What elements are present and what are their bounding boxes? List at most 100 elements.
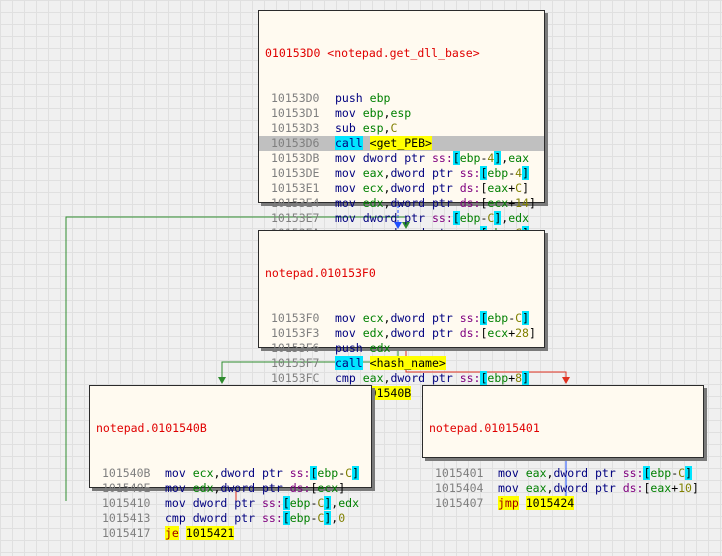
instruction-text: mov edx,dword ptr ds:[ecx] <box>165 481 345 496</box>
register: eax <box>362 371 384 385</box>
immediate: C <box>390 121 398 135</box>
register: ebp <box>487 371 509 385</box>
instruction-address: 10153D3 <box>271 121 320 135</box>
register: eax <box>650 481 672 495</box>
instruction-row[interactable]: 1015404 mov eax,dword ptr ds:[eax+10] <box>423 481 703 496</box>
instruction-row[interactable]: 10153F0 mov ecx,dword ptr ss:[ebp-C] <box>259 311 544 326</box>
instruction-text: cmp dword ptr ss:[ebp-C],0 <box>165 511 345 526</box>
register: ebp <box>317 466 339 480</box>
code-block-0101540B[interactable]: notepad.0101540B 101540B mov ecx,dword pt… <box>89 385 372 540</box>
call-target-label[interactable]: <get_PEB> <box>369 136 432 150</box>
bracket: ] <box>352 466 359 480</box>
instruction-text: mov eax,dword ptr ss:[ebp-C] <box>498 466 692 481</box>
mnemonic: mov <box>335 166 356 180</box>
mnemonic: mov <box>335 196 356 210</box>
instruction-row[interactable]: 1015410 mov dword ptr ss:[ebp-C],edx <box>90 496 371 511</box>
jump-target-label[interactable]: 1015421 <box>185 526 235 540</box>
block-title: 010153D0 <notepad.get_dll_base> <box>265 46 480 60</box>
instruction-address: 101540B <box>102 466 151 480</box>
instruction-row[interactable]: 1015413 cmp dword ptr ss:[ebp-C],0 <box>90 511 371 526</box>
register: ebp <box>459 211 481 225</box>
instruction-row[interactable]: 10153D0 push ebp <box>259 91 544 106</box>
instruction-row[interactable]: 10153D6 call <get_PEB> <box>259 136 544 151</box>
call-mnemonic: call <box>335 136 363 150</box>
bracket: ] <box>522 371 529 385</box>
register: edx <box>338 496 359 510</box>
instruction-text: call <get_PEB> <box>335 136 432 151</box>
segment: ss: <box>459 311 481 325</box>
instruction-row[interactable]: 10153E1 mov ecx,dword ptr ds:[eax+C] <box>259 181 544 196</box>
mnemonic: dword ptr <box>390 326 453 340</box>
mnemonic: dword ptr <box>192 496 256 510</box>
bracket: [ <box>452 211 460 225</box>
instruction-row[interactable]: 10153DB mov dword ptr ss:[ebp-4],eax <box>259 151 544 166</box>
instruction-row[interactable]: 10153E4 mov edx,dword ptr ds:[ecx+14] <box>259 196 544 211</box>
jump-target-label[interactable]: 1015424 <box>525 496 575 510</box>
instruction-address: 10153F7 <box>271 356 320 370</box>
instruction-row[interactable]: 10153E7 mov dword ptr ss:[ebp-C],edx <box>259 211 544 226</box>
register: ebp <box>650 466 672 480</box>
mnemonic: mov <box>335 211 356 225</box>
instruction-row[interactable]: 1015417 je 1015421 <box>90 526 371 541</box>
code-block-get-dll-base[interactable]: 010153D0 <notepad.get_dll_base> 10153D0 p… <box>258 10 545 255</box>
mnemonic: mov <box>335 181 356 195</box>
operator: ] <box>528 196 536 210</box>
instruction-row[interactable]: 10153F3 mov edx,dword ptr ds:[ecx+28] <box>259 326 544 341</box>
jump-mnemonic: jmp <box>498 496 519 510</box>
immediate: 14 <box>515 196 529 210</box>
segment: ss: <box>261 511 283 525</box>
segment: ss: <box>459 166 481 180</box>
instruction-row[interactable]: 10153F7 call <hash_name> <box>259 356 544 371</box>
instruction-text: jmp 1015424 <box>498 496 575 511</box>
call-target-label[interactable]: <hash_name> <box>369 356 446 370</box>
mnemonic: dword ptr <box>390 181 453 195</box>
segment: ss: <box>261 496 283 510</box>
code-block-01015401[interactable]: notepad.01015401 1015401 mov eax,dword pt… <box>422 385 704 510</box>
register: ebp <box>487 166 509 180</box>
register: edx <box>369 341 391 355</box>
segment: ss: <box>459 371 481 385</box>
instruction-row[interactable]: 10153DE mov eax,dword ptr ss:[ebp-4] <box>259 166 544 181</box>
instruction-row[interactable]: 101540E mov edx,dword ptr ds:[ecx] <box>90 481 371 496</box>
instruction-text: push ebp <box>335 91 390 106</box>
block-title: notepad.010153F0 <box>265 266 376 280</box>
segment: ds: <box>289 481 311 495</box>
register: edx <box>362 196 384 210</box>
bracket: ] <box>324 511 332 525</box>
mnemonic: mov <box>165 466 186 480</box>
instruction-address: 101540E <box>102 481 151 495</box>
instruction-text: mov ecx,dword ptr ss:[ebp-C] <box>165 466 359 481</box>
mnemonic: dword ptr <box>390 196 453 210</box>
instruction-row[interactable]: 101540B mov ecx,dword ptr ss:[ebp-C] <box>90 466 371 481</box>
instruction-row[interactable]: 1015401 mov eax,dword ptr ss:[ebp-C] <box>423 466 703 481</box>
instruction-address: 1015401 <box>435 466 484 480</box>
code-block-010153F0[interactable]: notepad.010153F0 10153F0 mov ecx,dword pt… <box>258 230 545 400</box>
instruction-row[interactable]: 1015407 jmp 1015424 <box>423 496 703 511</box>
instruction-text: mov eax,dword ptr ds:[eax+10] <box>498 481 699 496</box>
instruction-text: mov ebp,esp <box>335 106 411 121</box>
operator: ] <box>522 181 529 195</box>
instruction-row[interactable]: 10153D3 sub esp,C <box>259 121 544 136</box>
instruction-row[interactable]: 10153F6 push edx <box>259 341 544 356</box>
register: edx <box>508 211 529 225</box>
mnemonic: dword ptr <box>390 371 453 385</box>
mnemonic: dword ptr <box>220 466 283 480</box>
immediate: 28 <box>515 326 529 340</box>
instruction-row[interactable]: 10153FC cmp eax,dword ptr ss:[ebp+8] <box>259 371 544 386</box>
instruction-row[interactable]: 10153D1 mov ebp,esp <box>259 106 544 121</box>
